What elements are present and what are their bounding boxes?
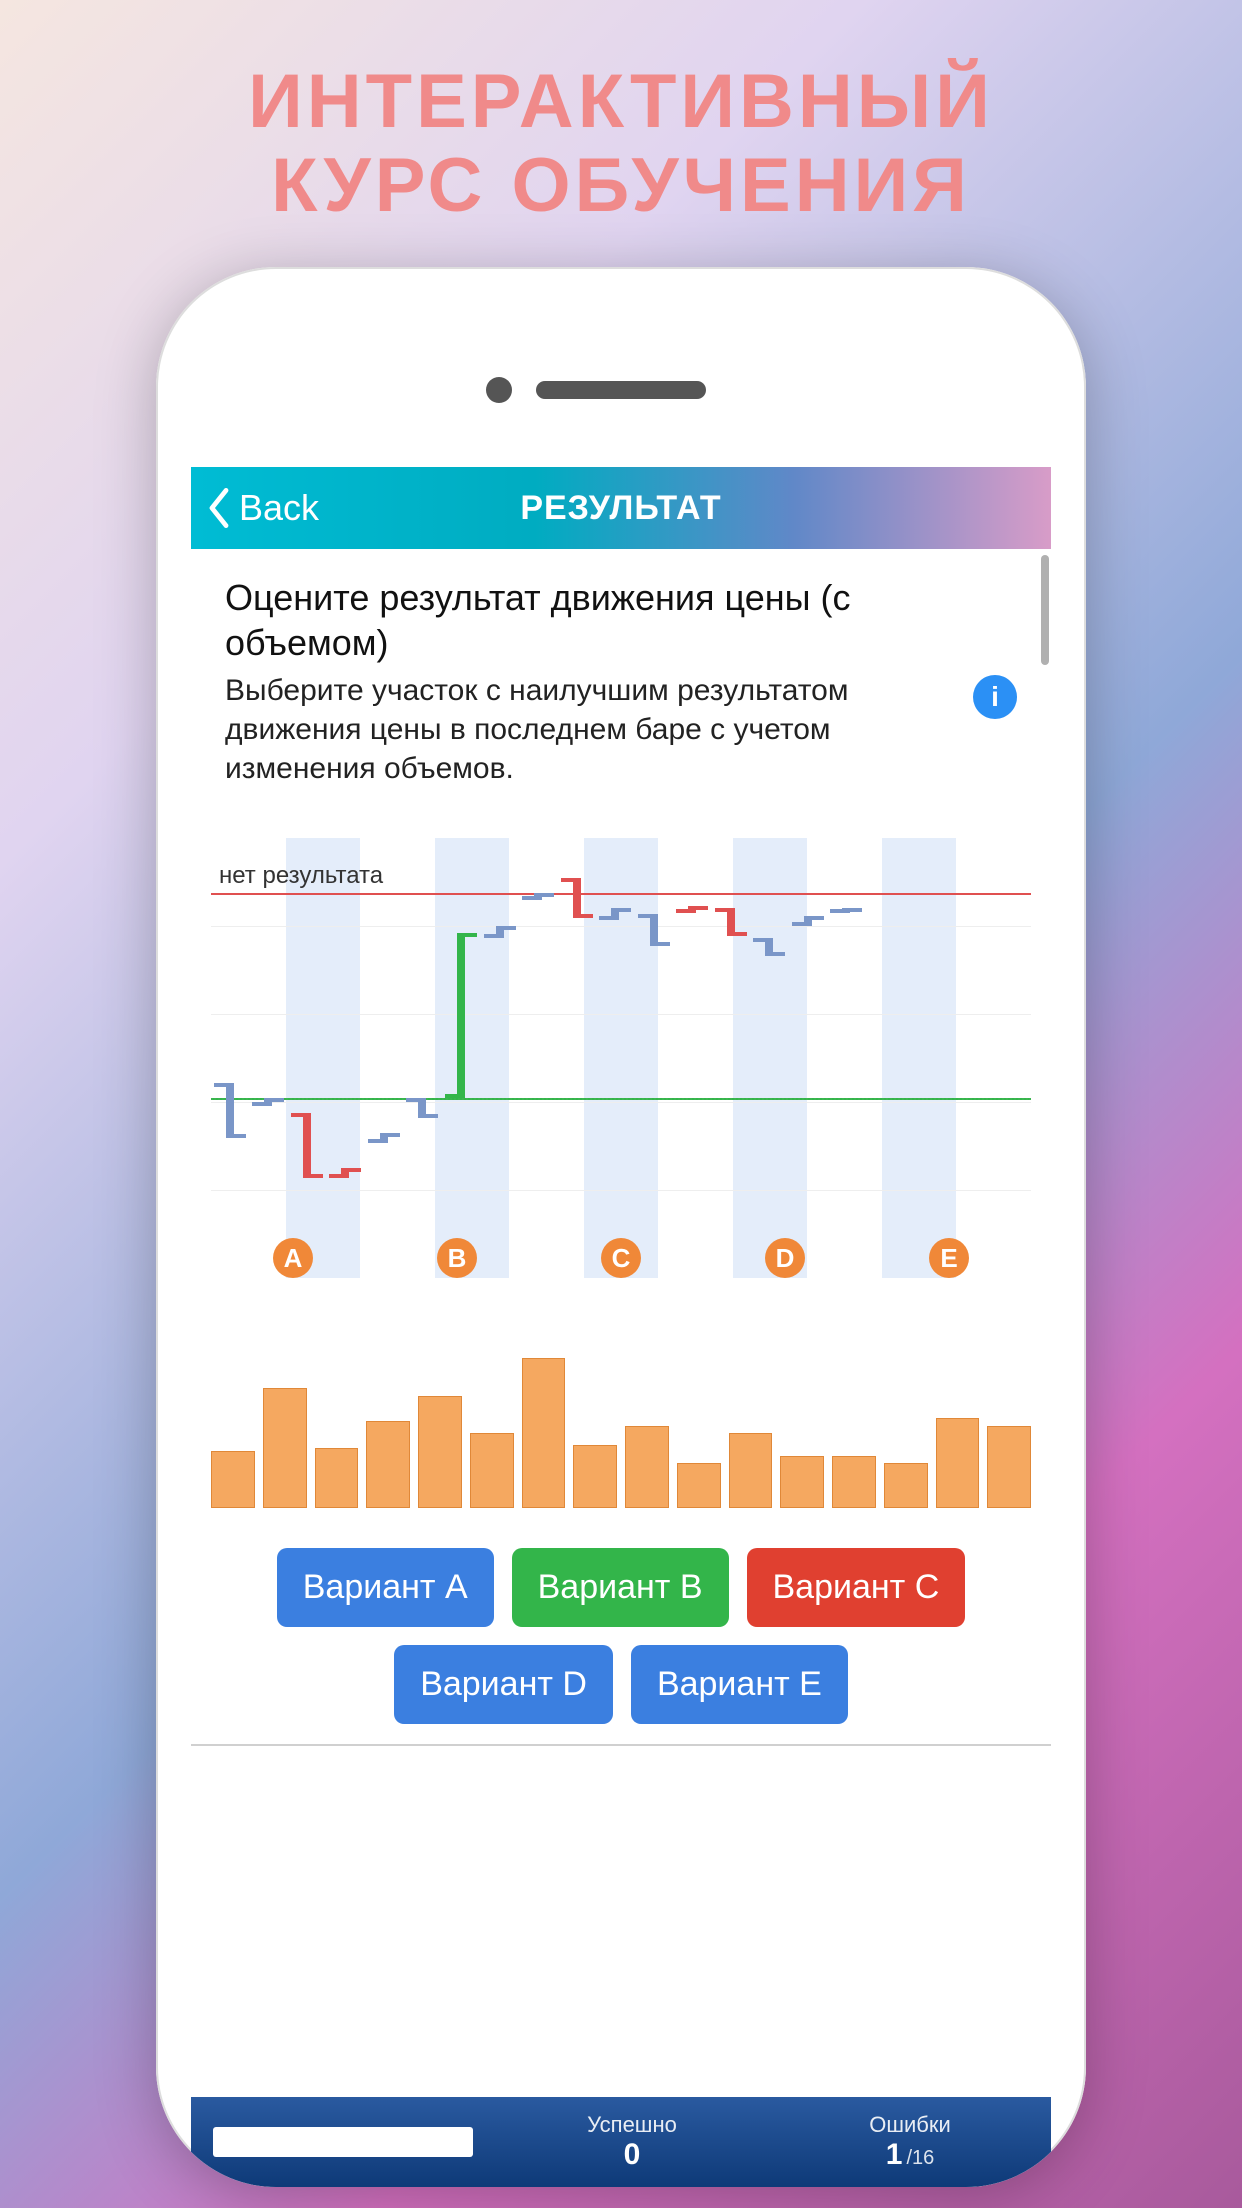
candlestick-layer: [211, 838, 1031, 1278]
candle-bar: [496, 926, 504, 938]
question-title: Оцените результат движения цены (с объем…: [225, 575, 1017, 665]
volume-bar: [987, 1426, 1031, 1509]
volume-bar: [832, 1456, 876, 1509]
scrollbar[interactable]: [1039, 549, 1051, 2097]
volume-bar: [677, 1463, 721, 1508]
candle-bar: [611, 908, 619, 920]
stat-success-label: Успешно: [513, 2112, 751, 2138]
volume-bar: [263, 1388, 307, 1508]
candle-bar: [534, 893, 542, 900]
section-badge[interactable]: C: [601, 1238, 641, 1278]
volume-bar: [884, 1463, 928, 1508]
candle-bar: [688, 906, 696, 913]
stat-errors-label: Ошибки: [791, 2112, 1029, 2138]
candle-bar: [573, 878, 581, 918]
candle-bar: [226, 1083, 234, 1138]
question-subtitle: Выберите участок с наилучшим результатом…: [225, 671, 955, 788]
content-scroll[interactable]: Оцените результат движения цены (с объем…: [191, 549, 1051, 2097]
candle-bar: [303, 1113, 311, 1178]
candle-bar: [341, 1168, 349, 1178]
volume-chart: [211, 1358, 1031, 1508]
chart-annotation: нет результата: [219, 862, 383, 890]
price-chart[interactable]: нет результата A B C D E: [211, 838, 1031, 1278]
progress-bar: [213, 2127, 473, 2157]
phone-camera: [486, 377, 512, 403]
promo-line-1: ИНТЕРАКТИВНЫЙ: [248, 60, 994, 144]
status-footer: Успешно 0 Ошибки 1/16: [191, 2097, 1051, 2187]
volume-bar: [522, 1358, 566, 1508]
candle-bar: [765, 938, 773, 956]
candle-bar: [264, 1098, 272, 1106]
volume-bar: [936, 1418, 980, 1508]
volume-bar: [418, 1396, 462, 1509]
scrollbar-thumb[interactable]: [1041, 555, 1049, 665]
volume-bar: [366, 1421, 410, 1508]
stat-success-value: 0: [513, 2138, 751, 2172]
answer-option-button[interactable]: Вариант E: [631, 1645, 848, 1724]
volume-bar: [729, 1433, 773, 1508]
volume-bar: [470, 1433, 514, 1508]
section-badge[interactable]: B: [437, 1238, 477, 1278]
section-badge[interactable]: A: [273, 1238, 313, 1278]
answer-option-button[interactable]: Вариант B: [512, 1548, 729, 1627]
candle-bar: [457, 933, 465, 1098]
page-title: РЕЗУЛЬТАТ: [191, 489, 1051, 528]
promo-heading: ИНТЕРАКТИВНЫЙ КУРС ОБУЧЕНИЯ: [248, 60, 994, 227]
promo-line-2: КУРС ОБУЧЕНИЯ: [248, 144, 994, 228]
candle-bar: [727, 908, 735, 936]
answer-option-button[interactable]: Вариант A: [277, 1548, 494, 1627]
phone-frame: Back РЕЗУЛЬТАТ Оцените результат движени…: [156, 267, 1086, 2187]
phone-speaker: [536, 381, 706, 399]
candle-bar: [842, 908, 850, 913]
app-screen: Back РЕЗУЛЬТАТ Оцените результат движени…: [191, 467, 1051, 2187]
section-label-row: A B C D E: [211, 1236, 1031, 1280]
stat-success: Успешно 0: [513, 2112, 751, 2172]
candle-bar: [418, 1098, 426, 1118]
question-block: Оцените результат движения цены (с объем…: [191, 549, 1051, 788]
info-button[interactable]: i: [973, 675, 1017, 719]
section-badge[interactable]: E: [929, 1238, 969, 1278]
navbar: Back РЕЗУЛЬТАТ: [191, 467, 1051, 549]
section-badge[interactable]: D: [765, 1238, 805, 1278]
stat-errors-value: 1/16: [791, 2138, 1029, 2172]
volume-bar: [315, 1448, 359, 1508]
back-button[interactable]: Back: [191, 487, 319, 529]
answer-option-button[interactable]: Вариант C: [747, 1548, 966, 1627]
back-label: Back: [239, 487, 319, 529]
volume-bar: [625, 1426, 669, 1509]
volume-bar: [780, 1456, 824, 1509]
divider: [191, 1744, 1051, 1746]
candle-bar: [650, 914, 658, 946]
volume-bar: [211, 1451, 255, 1508]
info-icon: i: [991, 681, 999, 713]
candle-bar: [804, 916, 812, 926]
answer-options: Вариант AВариант BВариант C Вариант DВари…: [207, 1548, 1035, 1724]
volume-bar: [573, 1445, 617, 1508]
candle-bar: [380, 1133, 388, 1143]
stat-errors: Ошибки 1/16: [791, 2112, 1029, 2172]
answer-option-button[interactable]: Вариант D: [394, 1645, 613, 1724]
chevron-left-icon: [205, 488, 233, 528]
